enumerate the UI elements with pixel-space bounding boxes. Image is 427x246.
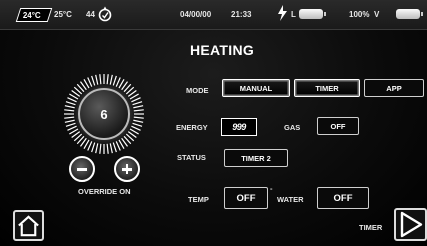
mode-label: MODE [186, 86, 209, 95]
dial-tick [133, 116, 144, 119]
status-bar: 24°C 25°C 44 04/00/00 21:33 L 100% V [0, 0, 427, 30]
inside-temp-badge: 24°C [15, 8, 53, 22]
temperature-dial[interactable]: 6 [62, 72, 146, 156]
dial-tick [132, 122, 143, 127]
dial-tick [99, 74, 102, 85]
gas-toggle[interactable]: OFF [317, 117, 359, 135]
page-title: HEATING [190, 42, 255, 58]
time: 21:33 [231, 10, 252, 19]
mode-timer-button[interactable]: TIMER [294, 79, 360, 97]
dial-tick [64, 109, 75, 112]
mode-app-button[interactable]: APP [364, 79, 424, 97]
gas-label: GAS [284, 123, 301, 132]
temp-label: TEMP [188, 195, 209, 204]
lightning-plug-icon [278, 5, 287, 21]
dial-tick [133, 119, 144, 123]
dial-tick [99, 143, 102, 154]
dial-tick [106, 143, 109, 154]
dial-tick [67, 125, 77, 131]
dial-tick [133, 109, 144, 112]
dial-knob[interactable]: 6 [78, 88, 130, 140]
increase-button[interactable] [114, 156, 140, 182]
dial-tick [131, 125, 141, 131]
play-arrow-icon [400, 211, 423, 238]
override-label: OVERRIDE ON [78, 187, 131, 196]
next-button[interactable] [394, 208, 427, 241]
dial-tick [64, 119, 75, 123]
dial-tick [115, 77, 121, 87]
date: 04/00/00 [180, 10, 212, 19]
dial-tick [91, 142, 96, 153]
dial-tick [112, 75, 117, 86]
dial-tick [64, 116, 75, 119]
dial-value: 6 [100, 106, 108, 122]
dial-tick [95, 74, 99, 85]
dial-tick [106, 74, 109, 85]
decrease-button[interactable] [69, 156, 95, 182]
dial-tick [65, 101, 76, 106]
dial-tick [132, 101, 143, 106]
power-label: L [291, 10, 296, 19]
dial-tick [133, 105, 144, 109]
water-toggle[interactable]: OFF [317, 187, 369, 209]
dial-tick [87, 141, 93, 151]
heating-screen: 24°C 25°C 44 04/00/00 21:33 L 100% V HEA… [0, 0, 427, 246]
voltage-label: V [374, 10, 380, 19]
dial-tick [112, 142, 117, 153]
next-label: TIMER [359, 223, 383, 232]
mode-manual-button[interactable]: MANUAL [222, 79, 290, 97]
energy-label: ENERGY [176, 123, 208, 132]
status-display: TIMER 2 [224, 149, 288, 167]
dial-tick [131, 97, 141, 103]
dial-tick [91, 75, 96, 86]
dial-tick [87, 77, 93, 87]
battery-icon [299, 9, 326, 19]
home-icon [18, 215, 39, 237]
humidity-value: 44 [86, 10, 95, 19]
water-drop-icon [98, 6, 112, 22]
water-label: WATER [277, 195, 304, 204]
dial-tick [64, 105, 75, 109]
temp-toggle[interactable]: OFF [224, 187, 268, 209]
outside-temp: 25°C [54, 10, 72, 19]
dial-tick [109, 143, 113, 154]
status-label: STATUS [177, 153, 206, 162]
separator-dash: - [270, 184, 273, 193]
battery-percent: 100% [349, 10, 370, 19]
energy-display: 999 [221, 118, 257, 136]
battery-icon [396, 9, 423, 19]
inside-temp: 24°C [22, 11, 41, 20]
dial-tick [65, 122, 76, 127]
dial-tick [109, 74, 113, 85]
dial-tick [95, 143, 99, 154]
dial-tick [67, 97, 77, 103]
home-button[interactable] [13, 210, 44, 241]
dial-tick [115, 141, 121, 151]
